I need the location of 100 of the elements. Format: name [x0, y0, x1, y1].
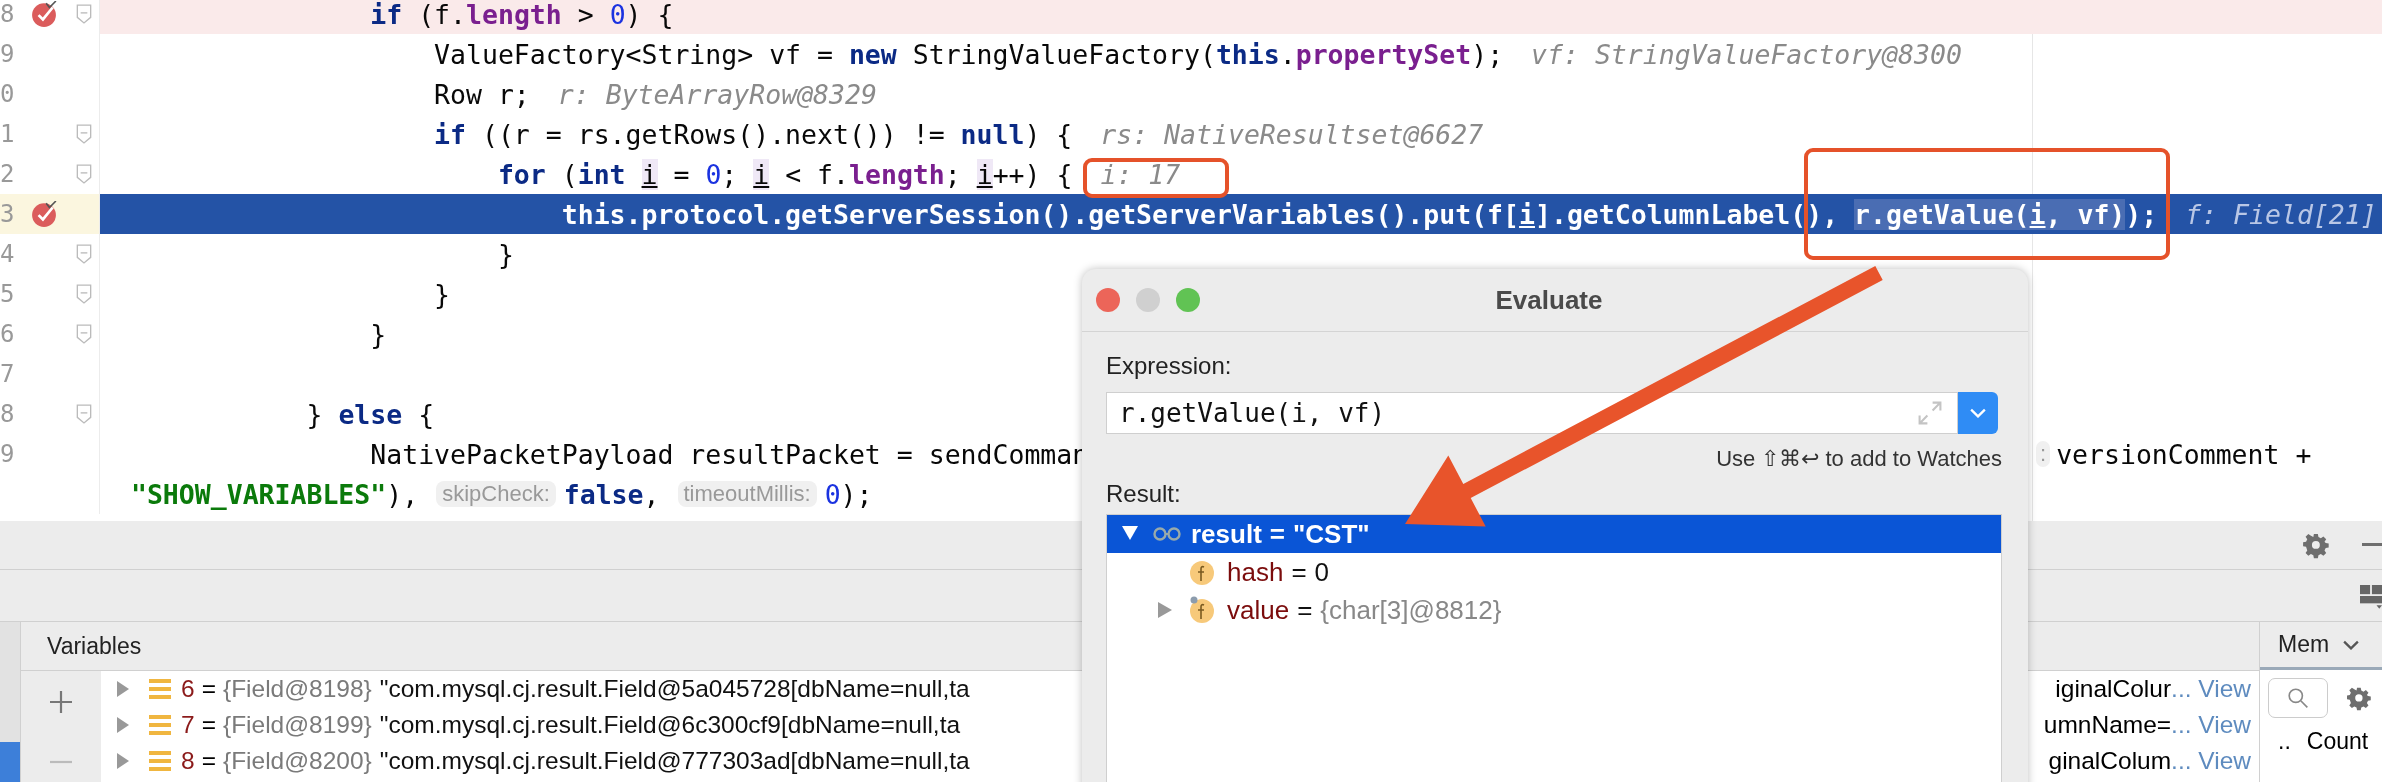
panel-title: Variables [47, 632, 142, 660]
code-line: } else { [305, 398, 435, 430]
variable-type: {Field@8198} [222, 675, 372, 703]
fold-icon[interactable] [76, 124, 92, 144]
expand-arrow-icon[interactable] [117, 717, 129, 733]
expand-arrow-icon[interactable] [117, 753, 129, 769]
line-number: 3 [0, 200, 14, 228]
parameter-hint: : [2036, 441, 2051, 467]
variable-value: "com.mysql.cj.result.Field@777303ad[dbName=null,ta [379, 747, 970, 775]
line-number: 7 [0, 360, 14, 388]
line-number: 8 [0, 0, 14, 28]
code-line: 0); [824, 478, 873, 510]
code-line: } [369, 318, 387, 350]
fold-icon[interactable] [76, 404, 92, 424]
code-line: ValueFactory<String> vf = new StringValueFactory(this.propertySet); [433, 38, 1504, 70]
settings-icon[interactable] [2346, 685, 2372, 711]
equals-sign: = [201, 675, 216, 703]
close-button[interactable] [1096, 288, 1120, 312]
line-number: 9 [0, 440, 14, 468]
node-value: 0 [1314, 556, 1330, 588]
line-number: 6 [0, 320, 14, 348]
field-label: Expression: [1106, 352, 1233, 380]
add-icon[interactable] [50, 691, 72, 713]
variable-type: {Field@8199} [222, 711, 372, 739]
column-header[interactable]: .. [2278, 728, 2291, 755]
variable-value: ginalColum [2048, 747, 2172, 775]
variable-value: "com.mysql.cj.result.Field@5a045728[dbName=null,ta [379, 675, 970, 703]
line-number: 2 [0, 160, 14, 188]
array-element-icon [149, 750, 171, 772]
search-field[interactable] [2268, 678, 2328, 718]
variable-name: 6 [181, 675, 195, 703]
expression-field[interactable]: r.getValue(i, vf) [1106, 392, 1958, 434]
collapse-arrow-icon[interactable] [1122, 526, 1138, 542]
tree-row[interactable]: result = "CST" [1107, 515, 2001, 553]
expand-arrow-icon[interactable] [117, 681, 129, 697]
fold-icon[interactable] [76, 4, 92, 24]
parameter-hint: timeoutMillis: [677, 481, 817, 507]
array-element-icon [149, 678, 171, 700]
equals-sign: = [1291, 556, 1307, 588]
code-line: false, [563, 478, 660, 510]
history-dropdown-button[interactable] [1958, 392, 1998, 434]
node-name: hash [1227, 556, 1284, 588]
line-number: 4 [0, 240, 14, 268]
equals-sign: = [201, 711, 216, 739]
field-label: Result: [1106, 480, 1182, 508]
equals-sign: = [1269, 518, 1285, 550]
view-link[interactable]: ... View [2171, 675, 2251, 703]
chevron-icon[interactable] [2343, 639, 2360, 650]
fold-icon[interactable] [76, 244, 92, 264]
view-link[interactable]: ... View [2171, 747, 2251, 775]
code-line: if (f.length > 0) { [369, 0, 674, 30]
expand-arrow-icon[interactable] [1158, 602, 1174, 618]
variable-value: "com.mysql.cj.result.Field@6c300cf9[dbName=null,ta [379, 711, 961, 739]
line-number: 5 [0, 280, 14, 308]
breakpoint-icon[interactable] [31, 201, 57, 227]
expand-icon[interactable] [1917, 400, 1943, 426]
zoom-button[interactable] [1176, 288, 1200, 312]
chevron-icon [1970, 408, 1986, 418]
node-name: value [1227, 594, 1290, 626]
variable-name: 7 [181, 711, 195, 739]
inline-hint: vf: StringValueFactory@8300 [1531, 38, 1962, 70]
inline-hint: rs: NativeResultset@6627 [1100, 118, 1484, 150]
node-value: {char[3]@8812} [1320, 594, 1502, 626]
code-line: if ((r = rs.getRows().next()) != null) { [433, 118, 1073, 150]
variable-value: umnName= [2043, 711, 2172, 739]
variable-name: 8 [181, 747, 195, 775]
equals-sign: = [201, 747, 216, 775]
code-line: for (int i = 0; i < f.length; i++) { [496, 158, 1073, 190]
breakpoint-icon[interactable] [31, 1, 57, 27]
line-number: 8 [0, 400, 14, 428]
line-number: 0 [0, 80, 14, 108]
window-title: Evaluate [1494, 284, 1604, 316]
fold-icon[interactable] [76, 284, 92, 304]
node-name: result [1191, 518, 1262, 550]
code-line: "SHOW_VARIABLES"), [129, 478, 419, 510]
view-link[interactable]: ... View [2171, 711, 2251, 739]
settings-icon[interactable] [2302, 531, 2330, 559]
inline-hint: i: 17 [1100, 158, 1181, 190]
node-value: "CST" [1293, 518, 1370, 550]
code-line: } [496, 238, 514, 270]
array-element-icon [149, 714, 171, 736]
glasses-icon [1153, 526, 1181, 542]
tree-row[interactable]: value = {char[3]@8812} [1107, 591, 2001, 629]
inline-hint: f: Field[21] [2185, 198, 2377, 230]
minimize-icon[interactable] [2362, 543, 2382, 547]
inline-hint: r: ByteArrayRow@8329 [557, 78, 877, 110]
equals-sign: = [1297, 594, 1313, 626]
code-line: } [433, 278, 451, 310]
search-icon [2287, 687, 2309, 709]
code-line: Row r; [433, 78, 530, 110]
line-number: 9 [0, 40, 14, 68]
tree-row[interactable]: hash = 0 [1107, 553, 2001, 591]
fold-icon[interactable] [76, 324, 92, 344]
code-line: NativePacketPayload resultPacket = sendComman [369, 438, 1089, 470]
variable-type: {Field@8200} [222, 747, 372, 775]
fold-icon[interactable] [76, 164, 92, 184]
column-header[interactable]: Count [2306, 728, 2369, 755]
variable-value: iginalColur [2055, 675, 2172, 703]
parameter-hint: skipCheck: [436, 481, 556, 507]
code-line: versionComment + [2056, 438, 2312, 470]
